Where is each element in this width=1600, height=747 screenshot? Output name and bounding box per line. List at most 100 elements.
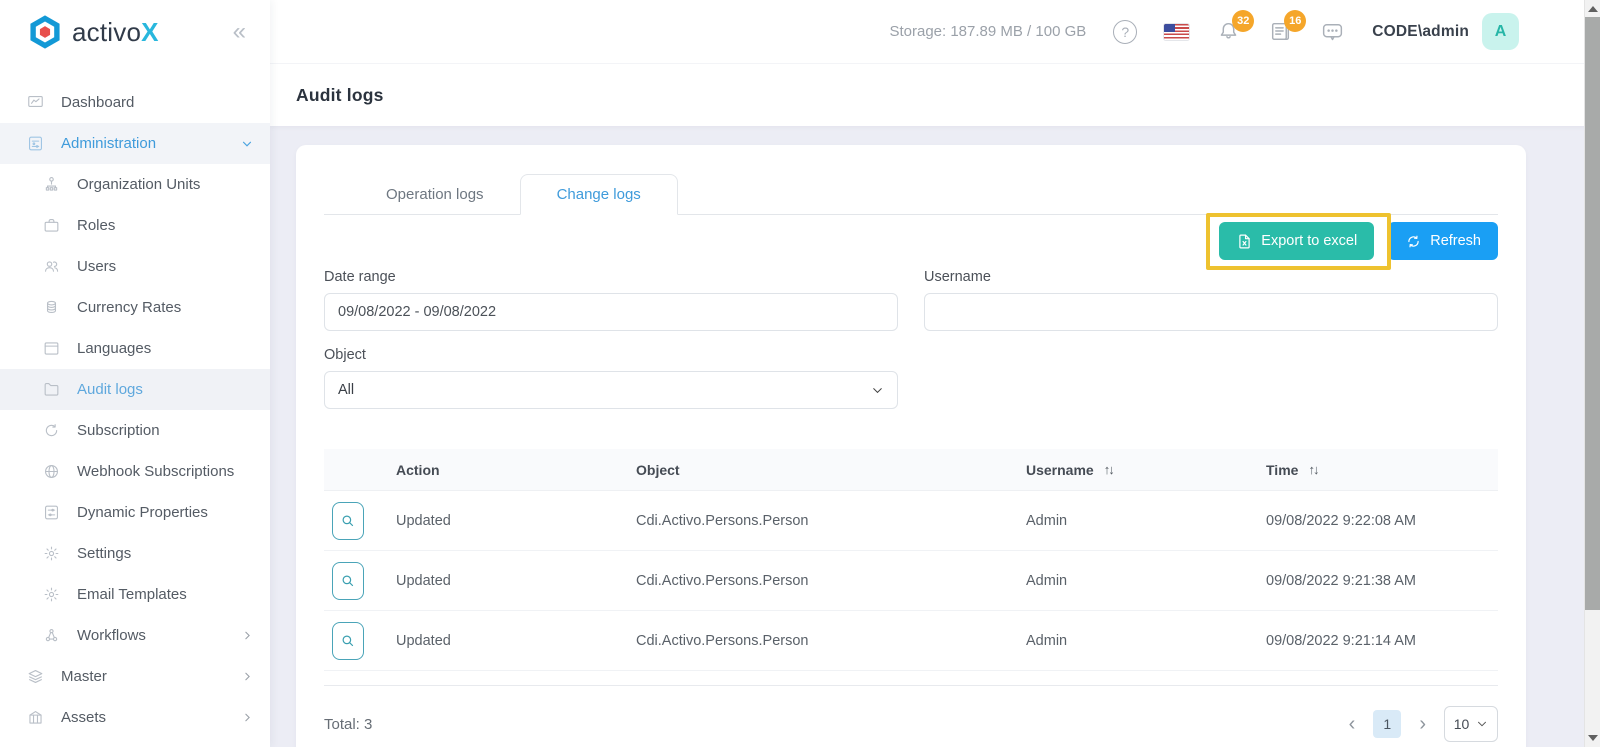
sidebar-item-dynamic-properties[interactable]: Dynamic Properties bbox=[0, 492, 270, 533]
sidebar-item-users[interactable]: Users bbox=[0, 246, 270, 287]
header-time[interactable]: Time ↑↓ bbox=[1254, 462, 1498, 478]
cell-username: Admin bbox=[1026, 512, 1068, 529]
magnifier-icon bbox=[342, 635, 354, 646]
news-badge: 16 bbox=[1284, 10, 1307, 32]
sidebar-item-label: Organization Units bbox=[77, 176, 201, 193]
sidebar-item-label: Dynamic Properties bbox=[77, 504, 208, 521]
header-username-label: Username bbox=[1026, 461, 1094, 478]
view-detail-button[interactable] bbox=[332, 501, 364, 540]
cell-action: Updated bbox=[396, 632, 451, 649]
sidebar-item-organization-units[interactable]: Organization Units bbox=[0, 164, 270, 205]
sidebar-item-label: Roles bbox=[77, 217, 116, 234]
current-page-button[interactable]: 1 bbox=[1373, 710, 1402, 738]
brand-name: activo bbox=[72, 16, 142, 47]
announcements-bell-icon[interactable]: 32 bbox=[1216, 10, 1255, 44]
header-object: Object bbox=[624, 462, 1014, 478]
sidebar-item-roles[interactable]: Roles bbox=[0, 205, 270, 246]
magnifier-icon bbox=[342, 515, 354, 526]
sidebar-item-administration[interactable]: Administration bbox=[0, 123, 270, 164]
date-range-label: Date range bbox=[324, 269, 396, 285]
sort-icon[interactable]: ↑↓ bbox=[1104, 462, 1115, 477]
sidebar-item-subscription[interactable]: Subscription bbox=[0, 410, 270, 451]
sidebar-item-settings[interactable]: Settings bbox=[0, 533, 270, 574]
avatar[interactable]: A bbox=[1482, 13, 1519, 50]
org-tree-icon bbox=[42, 175, 61, 194]
magnifier-icon bbox=[342, 575, 354, 586]
vertical-scrollbar[interactable] bbox=[1584, 0, 1600, 747]
language-flag-icon[interactable] bbox=[1164, 23, 1190, 40]
refresh-circle-icon bbox=[42, 421, 61, 440]
object-select-value: All bbox=[338, 382, 355, 398]
sidebar-header: activoX « bbox=[0, 0, 270, 64]
help-icon[interactable]: ? bbox=[1113, 19, 1138, 44]
refresh-button[interactable]: Refresh bbox=[1388, 222, 1498, 260]
sidebar-item-webhook-subscriptions[interactable]: Webhook Subscriptions bbox=[0, 451, 270, 492]
scroll-down-arrow-icon[interactable] bbox=[1588, 735, 1598, 741]
page-size-value: 10 bbox=[1453, 716, 1470, 732]
cell-time: 09/08/2022 9:22:08 AM bbox=[1266, 512, 1416, 529]
cell-object: Cdi.Activo.Persons.Person bbox=[636, 512, 809, 529]
next-page-button[interactable]: › bbox=[1415, 714, 1430, 734]
page-title: Audit logs bbox=[296, 84, 384, 105]
view-detail-button[interactable] bbox=[332, 621, 364, 660]
layers-icon bbox=[26, 667, 45, 686]
coins-icon bbox=[42, 298, 61, 317]
prev-page-button[interactable]: ‹ bbox=[1345, 714, 1360, 734]
logo-hexagon-icon bbox=[30, 15, 60, 49]
export-to-excel-button[interactable]: Export to excel bbox=[1219, 222, 1375, 260]
total-count: Total: 3 bbox=[324, 715, 373, 733]
sidebar-item-workflows[interactable]: Workflows bbox=[0, 615, 270, 656]
object-select[interactable]: All bbox=[324, 371, 898, 409]
filters-spacer bbox=[924, 347, 1498, 409]
topbar: Storage: 187.89 MB / 100 GB ? 32 16 CODE… bbox=[270, 0, 1600, 64]
header-username[interactable]: Username ↑↓ bbox=[1014, 462, 1254, 478]
sidebar-item-currency-rates[interactable]: Currency Rates bbox=[0, 287, 270, 328]
window-icon bbox=[42, 339, 61, 358]
gear-icon bbox=[42, 544, 61, 563]
table-header-row: Action Object Username ↑↓ Time ↑↓ bbox=[324, 449, 1498, 491]
sidebar-item-label: Assets bbox=[61, 709, 107, 726]
app-logo[interactable]: activoX bbox=[26, 13, 159, 51]
folder-icon bbox=[42, 380, 61, 399]
sidebar-item-label: Dashboard bbox=[61, 94, 135, 111]
sidebar-item-label: Audit logs bbox=[77, 381, 143, 398]
current-user-label[interactable]: CODE\admin bbox=[1372, 23, 1469, 41]
username-input[interactable] bbox=[924, 293, 1498, 331]
change-logs-table: Action Object Username ↑↓ Time ↑↓ Updated … bbox=[324, 449, 1498, 671]
view-detail-button[interactable] bbox=[332, 561, 364, 600]
cell-object: Cdi.Activo.Persons.Person bbox=[636, 632, 809, 649]
brand-wordmark: activoX bbox=[72, 17, 159, 48]
date-range-field-group: Date range bbox=[324, 269, 898, 331]
sidebar-item-dashboard[interactable]: Dashboard bbox=[0, 82, 270, 123]
sidebar-item-label: Subscription bbox=[77, 422, 160, 439]
chevron-down-icon bbox=[1478, 721, 1487, 727]
app-window: activoX « Dashboard Administration Organ… bbox=[0, 0, 1600, 747]
scroll-up-arrow-icon[interactable] bbox=[1588, 6, 1598, 12]
sidebar-item-label: Webhook Subscriptions bbox=[77, 463, 235, 480]
chat-icon[interactable] bbox=[1320, 19, 1345, 44]
sidebar-item-assets[interactable]: Assets bbox=[0, 697, 270, 738]
scrollbar-thumb[interactable] bbox=[1585, 17, 1600, 610]
date-range-input[interactable] bbox=[324, 293, 898, 331]
sidebar-item-languages[interactable]: Languages bbox=[0, 328, 270, 369]
sidebar-nav: Dashboard Administration Organization Un… bbox=[0, 64, 270, 738]
sidebar-item-email-templates[interactable]: Email Templates bbox=[0, 574, 270, 615]
sidebar-item-master[interactable]: Master bbox=[0, 656, 270, 697]
news-icon[interactable]: 16 bbox=[1268, 10, 1307, 44]
content-area: Operation logs Change logs Export to exc… bbox=[270, 126, 1600, 747]
sort-icon[interactable]: ↑↓ bbox=[1308, 462, 1319, 477]
username-field-group: Username bbox=[924, 269, 1498, 331]
sidebar-item-audit-logs[interactable]: Audit logs bbox=[0, 369, 270, 410]
sidebar-collapse-button[interactable]: « bbox=[229, 18, 250, 46]
page-size-select[interactable]: 10 bbox=[1444, 706, 1498, 742]
sidebar-item-label: Workflows bbox=[77, 627, 146, 644]
tab-change-logs[interactable]: Change logs bbox=[519, 174, 678, 215]
globe-icon bbox=[42, 462, 61, 481]
tab-operation-logs[interactable]: Operation logs bbox=[350, 174, 520, 215]
cell-username: Admin bbox=[1026, 632, 1068, 649]
chevron-right-icon bbox=[241, 711, 254, 724]
sidebar-item-label: Administration bbox=[61, 135, 157, 152]
page-title-bar: Audit logs bbox=[270, 64, 1600, 126]
cell-time: 09/08/2022 9:21:38 AM bbox=[1266, 572, 1416, 589]
sidebar-item-label: Email Templates bbox=[77, 586, 187, 603]
